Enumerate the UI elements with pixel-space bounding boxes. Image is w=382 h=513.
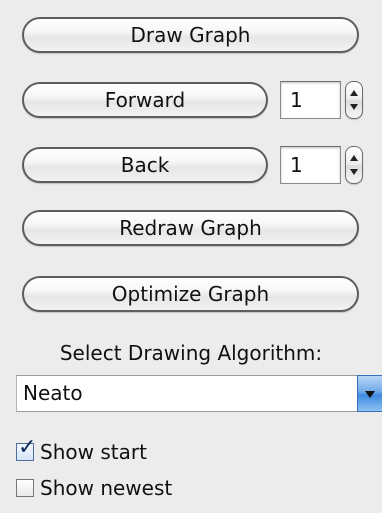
chevron-down-icon — [365, 391, 375, 398]
stepper-down-icon[interactable] — [350, 104, 358, 110]
back-label: Back — [120, 153, 170, 177]
stepper-up-icon[interactable] — [350, 90, 358, 96]
draw-graph-button[interactable]: Draw Graph — [22, 17, 359, 53]
algorithm-label: Select Drawing Algorithm: — [59, 341, 323, 365]
checkmark-icon: ✓ — [18, 435, 37, 460]
forward-steps-field[interactable]: 1 — [280, 81, 341, 119]
algorithm-dropdown-button[interactable] — [357, 375, 382, 412]
show-newest-option[interactable]: Show newest — [16, 475, 172, 501]
optimize-graph-button[interactable]: Optimize Graph — [22, 276, 359, 312]
show-start-label: Show start — [40, 440, 147, 464]
show-newest-checkbox[interactable] — [16, 479, 34, 497]
forward-label: Forward — [104, 88, 186, 112]
graph-control-panel: Draw Graph Forward 1 Back 1 Redraw Graph… — [0, 0, 382, 513]
show-start-option[interactable]: ✓ Show start — [16, 437, 147, 465]
back-steps-stepper[interactable] — [345, 146, 363, 184]
forward-button[interactable]: Forward — [22, 82, 268, 118]
back-steps-field[interactable]: 1 — [280, 146, 341, 184]
show-newest-label: Show newest — [40, 476, 173, 500]
draw-graph-label: Draw Graph — [130, 23, 251, 47]
algorithm-select[interactable]: Neato — [16, 375, 358, 412]
show-start-checkbox[interactable]: ✓ — [16, 437, 36, 461]
redraw-graph-label: Redraw Graph — [119, 216, 262, 240]
forward-steps-stepper[interactable] — [345, 81, 363, 119]
back-button[interactable]: Back — [22, 147, 268, 183]
stepper-up-icon[interactable] — [350, 155, 358, 161]
optimize-graph-label: Optimize Graph — [111, 282, 270, 306]
stepper-down-icon[interactable] — [350, 169, 358, 175]
redraw-graph-button[interactable]: Redraw Graph — [22, 210, 359, 246]
